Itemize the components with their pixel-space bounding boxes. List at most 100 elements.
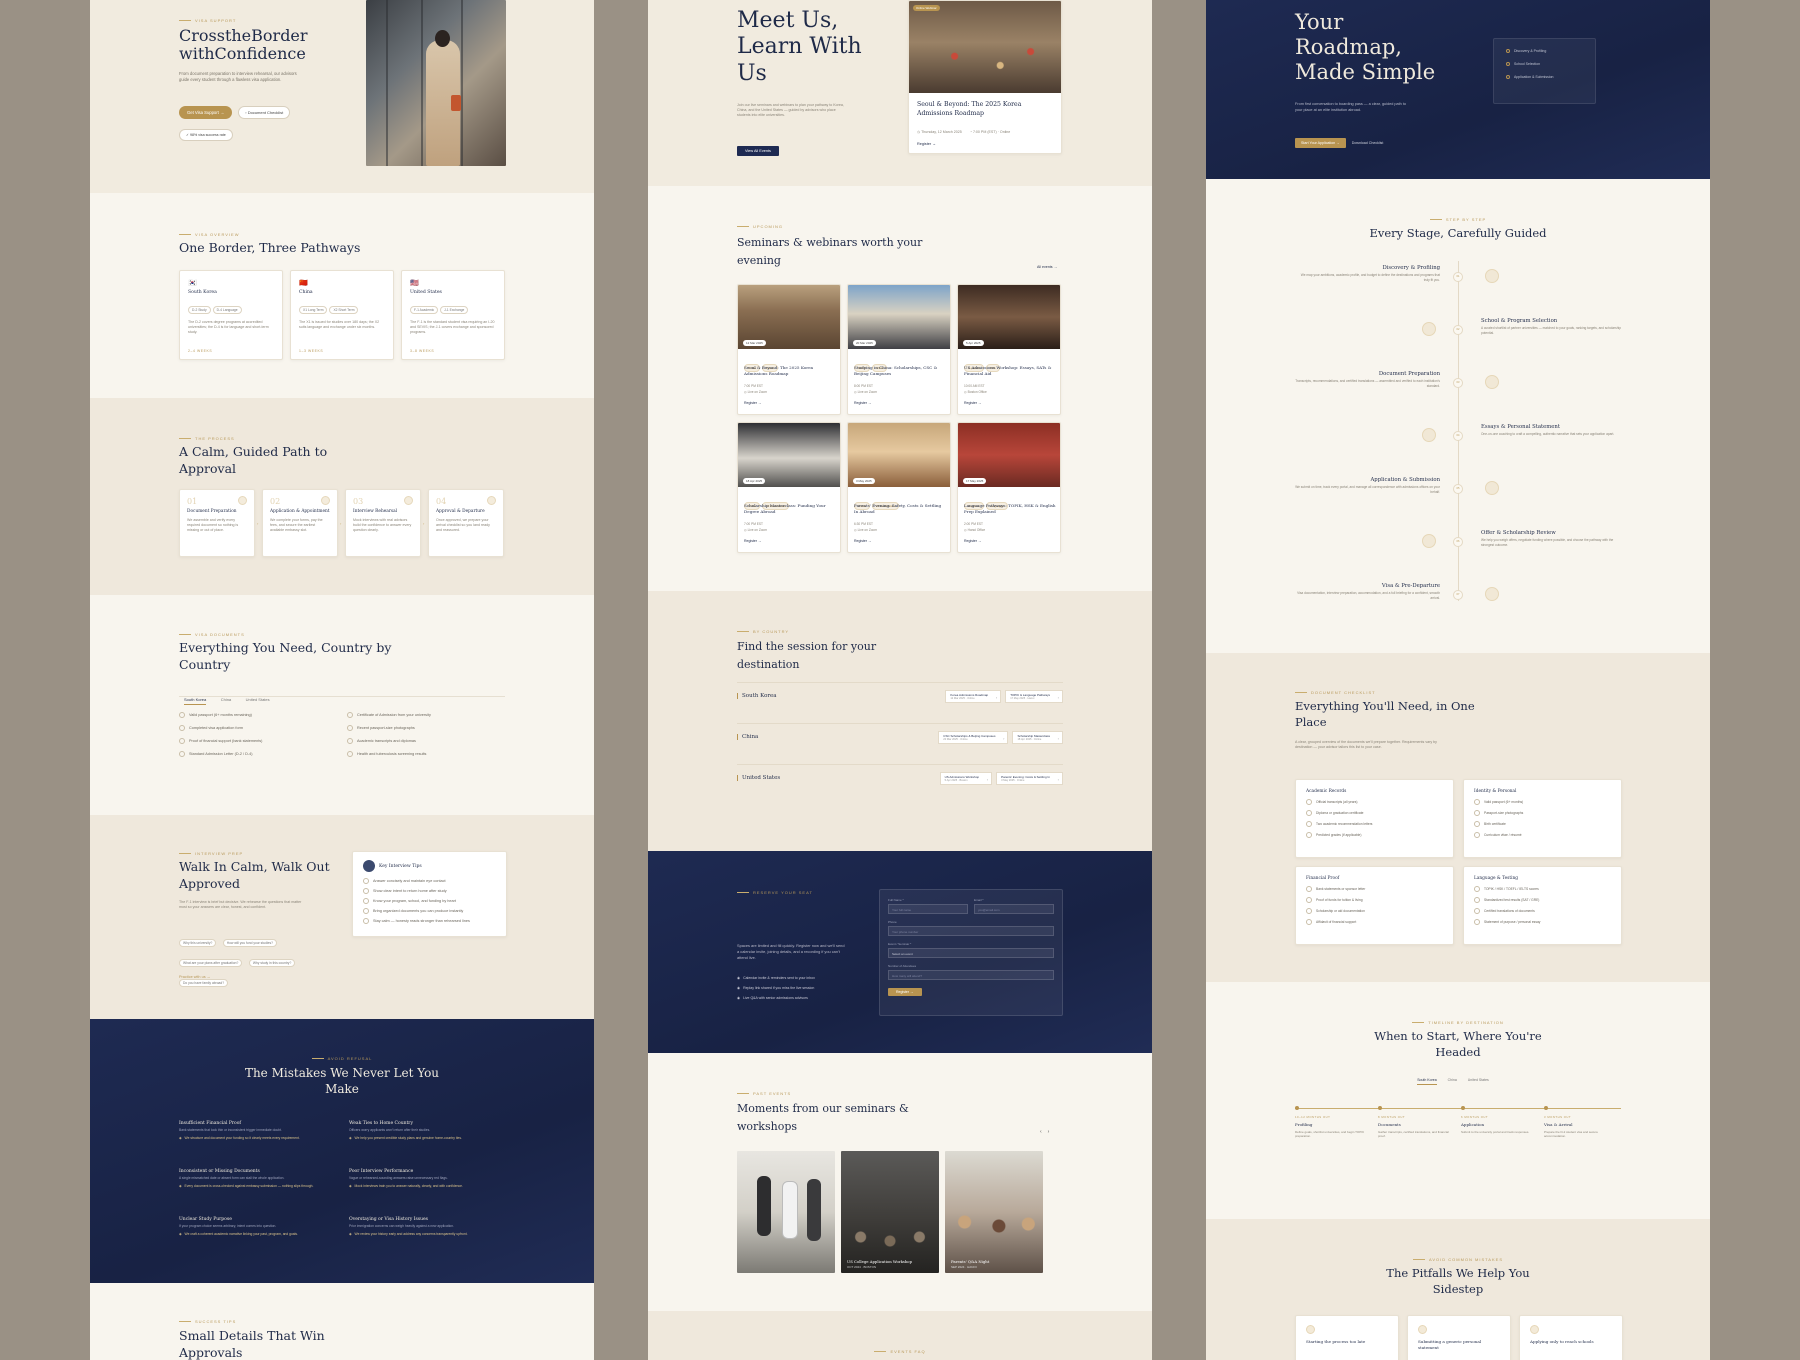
event-title: Studying in China: Scholarships, CSC & B… xyxy=(854,365,938,376)
event-register-link[interactable]: Register → xyxy=(744,539,762,543)
arrow-right-icon[interactable]: › xyxy=(1048,1129,1050,1135)
question-chip[interactable]: What are your plans after graduation? xyxy=(179,959,243,967)
event-card[interactable]: 18 Apr 2025 Online All Destinations Scholar… xyxy=(737,422,841,553)
country-card[interactable]: 🇺🇸 United States F-1 Academic J-1 Exchange T… xyxy=(401,270,505,360)
pitfall-card: Applying only to reach schools xyxy=(1519,1315,1623,1360)
checklist-item[interactable]: Affidavit of financial support xyxy=(1306,919,1443,925)
get-visa-support-button[interactable]: Get Visa Support → xyxy=(179,106,233,119)
visa-type-chip: X2 Short Term xyxy=(329,306,359,314)
tips-title-line: Approvals xyxy=(179,1344,243,1360)
question-chip[interactable]: Why study in this country? xyxy=(248,959,296,967)
event-card[interactable]: 20 Mar 2025 Online China Studying in China:… xyxy=(847,284,951,415)
upcoming-eyebrow: Upcoming xyxy=(737,224,783,229)
start-application-button[interactable]: Start Your Application → xyxy=(1295,138,1346,148)
session-pill[interactable]: Korea Admissions Roadmap 12 Mar 2025 · On… xyxy=(945,690,1002,703)
question-chip[interactable]: How will you fund your studies? xyxy=(222,939,277,947)
checklist-item[interactable]: Passport-size photographs xyxy=(1474,810,1611,816)
event-register-link[interactable]: Register → xyxy=(964,401,982,405)
stage-nav-item[interactable]: Application & Submission xyxy=(1506,75,1583,79)
tab-china[interactable]: China xyxy=(1448,1078,1457,1084)
tip-item: Answer concisely and maintain eye contac… xyxy=(363,878,496,884)
step-icon xyxy=(238,496,247,505)
process-title-line: Approval xyxy=(179,460,237,476)
phone-input[interactable]: Your phone number xyxy=(888,926,1054,936)
event-place: ◎ Live on Zoom xyxy=(854,390,877,395)
event-select[interactable]: Select an event xyxy=(888,948,1054,958)
session-pill[interactable]: TOPIK & Language Pathways 17 May 2025 · H… xyxy=(1005,690,1063,703)
event-title: US Admissions Workshop: Essays, SATs & F… xyxy=(964,365,1052,376)
view-all-events-button[interactable]: View All Events xyxy=(737,146,779,156)
checklist-item[interactable]: Two academic recommendation letters xyxy=(1306,821,1443,827)
event-register-link[interactable]: Register → xyxy=(744,401,762,405)
checklist-item[interactable]: Bank statements or sponsor letter xyxy=(1306,886,1443,892)
session-pill[interactable]: CSC Scholarships & Beijing Campuses 20 Ma… xyxy=(938,731,1009,744)
checklist-item[interactable]: Diploma or graduation certificate xyxy=(1306,810,1443,816)
country-session-pills: US Admissions Workshop 5 Apr 2025 · Bosto… xyxy=(939,772,1063,785)
event-card[interactable]: 3 May 2025 Online All Destinations Parents'… xyxy=(847,422,951,553)
stage-nav-item[interactable]: School Selection xyxy=(1506,62,1583,66)
session-pill[interactable]: Scholarship Masterclass 18 Apr 2025 · Onl… xyxy=(1012,731,1063,744)
question-chip[interactable]: Why this university? xyxy=(179,939,217,947)
checklist-item[interactable]: Proof of funds for tuition & living xyxy=(1306,897,1443,903)
tab-china[interactable]: China xyxy=(221,697,231,704)
checklist-item[interactable]: Birth certificate xyxy=(1474,821,1611,827)
arrow-left-icon[interactable]: ‹ xyxy=(1040,1129,1042,1135)
roadmap-title-line: Your xyxy=(1295,10,1344,34)
attendees-input[interactable]: How many will attend? xyxy=(888,970,1054,980)
checklist-title-line: Place xyxy=(1295,714,1327,729)
checklist-item[interactable]: Valid passport (6+ months) xyxy=(1474,799,1611,805)
stage-nav-item[interactable]: Discovery & Profiling xyxy=(1506,49,1583,53)
past-events-title: Moments from our seminars & workshops xyxy=(737,1100,909,1135)
event-card[interactable]: 17 May 2025 In-person Languages Language Pa… xyxy=(957,422,1061,553)
checklist-item[interactable]: Official transcripts (all years) xyxy=(1306,799,1443,805)
checklist-item[interactable]: Curriculum vitae / résumé xyxy=(1474,832,1611,838)
download-checklist-link[interactable]: Download Checklist xyxy=(1352,141,1384,145)
session-pill[interactable]: Parents' Evening: Costs & Settling In 3 M… xyxy=(996,772,1063,785)
checklist-item[interactable]: Standardized test results (SAT / GRE) xyxy=(1474,897,1611,903)
event-date-badge: 17 May 2025 xyxy=(963,478,987,484)
checklist-item[interactable]: TOPIK / HSK / TOEFL / IELTS scores xyxy=(1474,886,1611,892)
featured-register-link[interactable]: Register → xyxy=(917,142,936,146)
country-card[interactable]: 🇰🇷 South Korea D-2 Study D-4 Language The D-… xyxy=(179,270,283,360)
stage-dot-icon xyxy=(1506,49,1510,53)
event-register-link[interactable]: Register → xyxy=(854,539,872,543)
stage-title: Application & Submission xyxy=(1370,477,1440,483)
session-pill[interactable]: US Admissions Workshop 5 Apr 2025 · Bosto… xyxy=(939,772,993,785)
list-item: Completed visa application form xyxy=(179,725,339,731)
processing-time: 3–8 weeks xyxy=(410,349,435,353)
tab-south-korea[interactable]: South Korea xyxy=(1417,1078,1437,1085)
past-events-eyebrow: Past Events xyxy=(737,1091,791,1096)
roadmap-hero-description: From first conversation to boarding pass… xyxy=(1295,102,1407,112)
checklist-item[interactable]: Scholarship or aid documentation xyxy=(1306,908,1443,914)
check-circle-icon: ◉ xyxy=(737,976,741,980)
question-chip[interactable]: Do you have family abroad? xyxy=(179,979,229,987)
event-card[interactable]: 12 Mar 2025 Online Korea Seoul & Beyond: Th… xyxy=(737,284,841,415)
checklist-item[interactable]: Predicted grades (if applicable) xyxy=(1306,832,1443,838)
practice-link[interactable]: Practice with us → xyxy=(179,975,210,979)
checklist-item[interactable]: Certified translations of documents xyxy=(1474,908,1611,914)
stage-item: Essays & Personal Statement One-on-one co… xyxy=(1481,424,1626,437)
event-register-link[interactable]: Register → xyxy=(854,401,872,405)
event-date-badge: 18 Apr 2025 xyxy=(743,478,766,484)
success-tips-section: Success Tips Small Details That Win Appr… xyxy=(90,1283,594,1360)
event-register-link[interactable]: Register → xyxy=(964,539,982,543)
mistake-description: A single mismatched date or absent form … xyxy=(179,1176,285,1180)
tab-united-states[interactable]: United States xyxy=(1468,1078,1489,1084)
document-checklist-button[interactable]: ▫ Document Checklist xyxy=(238,106,291,119)
email-input[interactable]: you@email.com xyxy=(974,904,1054,914)
featured-event-card[interactable]: Online Webinar Seoul & Beyond: The 2025 … xyxy=(908,0,1062,154)
mistake-title: Inconsistent or Missing Documents xyxy=(179,1169,260,1174)
checklist-item[interactable]: Statement of purpose / personal essay xyxy=(1474,919,1611,925)
stage-item: Discovery & Profiling We map your ambitio… xyxy=(1295,265,1440,282)
all-events-link[interactable]: All events → xyxy=(1037,265,1057,269)
name-input[interactable]: Your full name xyxy=(888,904,968,914)
timeline-section: Timeline by Destination When to Start, W… xyxy=(1206,982,1710,1219)
register-submit-button[interactable]: Register → xyxy=(888,988,922,996)
tab-united-states[interactable]: United States xyxy=(246,697,270,704)
tab-south-korea[interactable]: South Korea xyxy=(184,697,207,705)
timeline-eyebrow: Timeline by Destination xyxy=(1206,1020,1710,1025)
timeline-point-description: Prepare the D-2 student visa and secure … xyxy=(1544,1130,1598,1139)
event-date-badge: 20 Mar 2025 xyxy=(853,340,876,346)
country-card[interactable]: 🇨🇳 China X1 Long Term X2 Short Term The X1 i… xyxy=(290,270,394,360)
event-card[interactable]: 5 Apr 2025 In-person USA US Admissions Work… xyxy=(957,284,1061,415)
